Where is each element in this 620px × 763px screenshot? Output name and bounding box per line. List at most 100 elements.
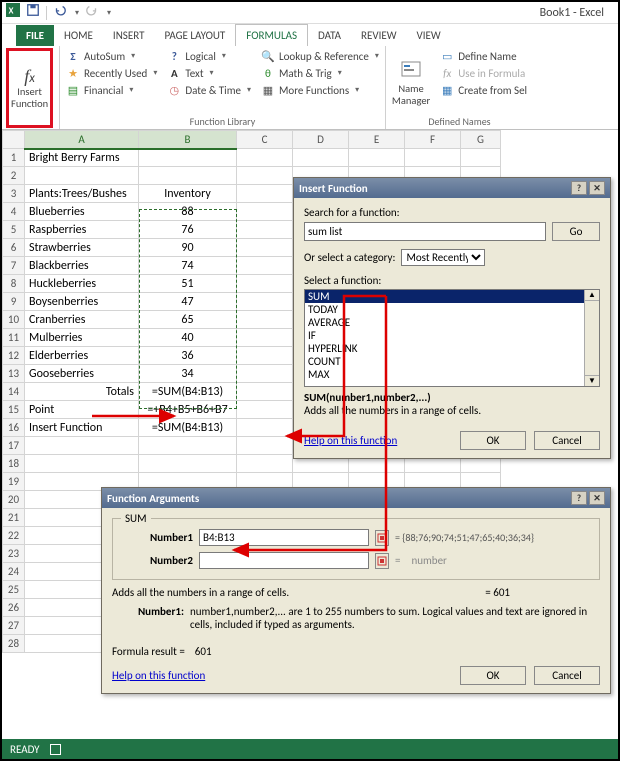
cell-C17[interactable]: [237, 437, 293, 455]
function-list-item[interactable]: AVERAGE: [305, 316, 599, 329]
range-picker-icon[interactable]: [375, 530, 389, 546]
financial-button[interactable]: ▤Financial▾: [64, 82, 159, 98]
dialog-titlebar[interactable]: Insert Function ? ✕: [294, 178, 610, 198]
row-header-20[interactable]: 20: [3, 491, 25, 509]
redo-icon[interactable]: [85, 3, 99, 22]
cell-B2[interactable]: [139, 167, 237, 185]
search-input[interactable]: [304, 222, 546, 241]
cell-A1[interactable]: Bright Berry Farms: [25, 149, 139, 167]
cell-B6[interactable]: 90: [139, 239, 237, 257]
cell-C15[interactable]: [237, 401, 293, 419]
row-header-13[interactable]: 13: [3, 365, 25, 383]
row-header-5[interactable]: 5: [3, 221, 25, 239]
function-list-item[interactable]: HYPERLINK: [305, 342, 599, 355]
cell-A14[interactable]: Totals: [25, 383, 139, 401]
function-list-item[interactable]: IF: [305, 329, 599, 342]
cell-C18[interactable]: [237, 455, 293, 473]
help-link[interactable]: Help on this function: [112, 669, 205, 682]
category-select[interactable]: Most Recently Used: [401, 249, 485, 266]
cell-A4[interactable]: Blueberries: [25, 203, 139, 221]
function-list-item[interactable]: SUM: [305, 290, 599, 303]
tab-formulas[interactable]: FORMULAS: [235, 24, 308, 46]
scroll-down-icon[interactable]: ▼: [585, 375, 599, 386]
cell-C4[interactable]: [237, 203, 293, 221]
cell-B14[interactable]: =SUM(B4:B13): [139, 383, 237, 401]
col-header-G[interactable]: G: [461, 131, 501, 149]
cell-A9[interactable]: Boysenberries: [25, 293, 139, 311]
cell-A2[interactable]: [25, 167, 139, 185]
logical-button[interactable]: ?Logical▾: [165, 48, 253, 64]
cell-C10[interactable]: [237, 311, 293, 329]
cell-B15[interactable]: =+B4+B5+B6+B7: [139, 401, 237, 419]
row-header-9[interactable]: 9: [3, 293, 25, 311]
row-header-14[interactable]: 14: [3, 383, 25, 401]
range-picker-icon[interactable]: [375, 553, 389, 569]
more-functions-button[interactable]: ▦More Functions▾: [259, 82, 381, 98]
tab-data[interactable]: DATA: [308, 25, 351, 46]
tab-view[interactable]: VIEW: [407, 25, 451, 46]
insert-function-button[interactable]: fx Insert Function: [6, 48, 53, 128]
cell-C6[interactable]: [237, 239, 293, 257]
help-icon[interactable]: ?: [571, 181, 587, 195]
close-icon[interactable]: ✕: [589, 181, 605, 195]
row-header-24[interactable]: 24: [3, 563, 25, 581]
row-header-17[interactable]: 17: [3, 437, 25, 455]
row-header-28[interactable]: 28: [3, 635, 25, 653]
cell-B4[interactable]: 88: [139, 203, 237, 221]
create-from-sel-button[interactable]: ▦Create from Sel: [438, 82, 529, 98]
cell-C11[interactable]: [237, 329, 293, 347]
autosum-button[interactable]: ΣAutoSum▾: [64, 48, 159, 64]
row-header-16[interactable]: 16: [3, 419, 25, 437]
col-header-E[interactable]: E: [349, 131, 405, 149]
row-header-22[interactable]: 22: [3, 527, 25, 545]
math-trig-button[interactable]: θMath & Trig▾: [259, 65, 381, 81]
save-icon[interactable]: [26, 3, 40, 22]
col-header-B[interactable]: B: [139, 131, 237, 149]
cell-B18[interactable]: [139, 455, 237, 473]
tab-file[interactable]: FILE: [16, 25, 54, 46]
col-header-C[interactable]: C: [237, 131, 293, 149]
row-header-27[interactable]: 27: [3, 617, 25, 635]
cell-B13[interactable]: 34: [139, 365, 237, 383]
scroll-up-icon[interactable]: ▲: [585, 290, 599, 301]
function-list-item[interactable]: COUNT: [305, 355, 599, 368]
cell-A11[interactable]: Mulberries: [25, 329, 139, 347]
cell-A5[interactable]: Raspberries: [25, 221, 139, 239]
cell-B10[interactable]: 65: [139, 311, 237, 329]
undo-icon[interactable]: [53, 3, 67, 22]
cell-A8[interactable]: Huckleberries: [25, 275, 139, 293]
cancel-button[interactable]: Cancel: [534, 666, 600, 685]
row-header-10[interactable]: 10: [3, 311, 25, 329]
cell-B1[interactable]: [139, 149, 237, 167]
lookup-button[interactable]: 🔍Lookup & Reference▾: [259, 48, 381, 64]
scrollbar[interactable]: ▲ ▼: [584, 290, 599, 386]
col-header-D[interactable]: D: [293, 131, 349, 149]
recently-used-button[interactable]: ★Recently Used▾: [64, 65, 159, 81]
cell-C8[interactable]: [237, 275, 293, 293]
cell-F1[interactable]: [405, 149, 461, 167]
cell-B11[interactable]: 40: [139, 329, 237, 347]
help-icon[interactable]: ?: [571, 491, 587, 505]
cell-A12[interactable]: Elderberries: [25, 347, 139, 365]
col-header-A[interactable]: A: [25, 131, 139, 149]
cell-A7[interactable]: Blackberries: [25, 257, 139, 275]
cell-B5[interactable]: 76: [139, 221, 237, 239]
cell-D1[interactable]: [293, 149, 349, 167]
ok-button[interactable]: OK: [460, 666, 526, 685]
tab-home[interactable]: HOME: [54, 25, 103, 46]
define-name-button[interactable]: ▭Define Name: [438, 48, 529, 64]
row-header-8[interactable]: 8: [3, 275, 25, 293]
row-header-3[interactable]: 3: [3, 185, 25, 203]
cell-B17[interactable]: [139, 437, 237, 455]
cell-B16[interactable]: =SUM(B4:B13): [139, 419, 237, 437]
cell-G1[interactable]: [461, 149, 501, 167]
cell-C5[interactable]: [237, 221, 293, 239]
row-header-15[interactable]: 15: [3, 401, 25, 419]
number2-input[interactable]: [199, 552, 369, 569]
help-link[interactable]: Help on this function: [304, 434, 397, 447]
dialog-titlebar[interactable]: Function Arguments ? ✕: [102, 488, 610, 508]
cell-A17[interactable]: [25, 437, 139, 455]
cell-C16[interactable]: [237, 419, 293, 437]
col-header-F[interactable]: F: [405, 131, 461, 149]
row-header-1[interactable]: 1: [3, 149, 25, 167]
